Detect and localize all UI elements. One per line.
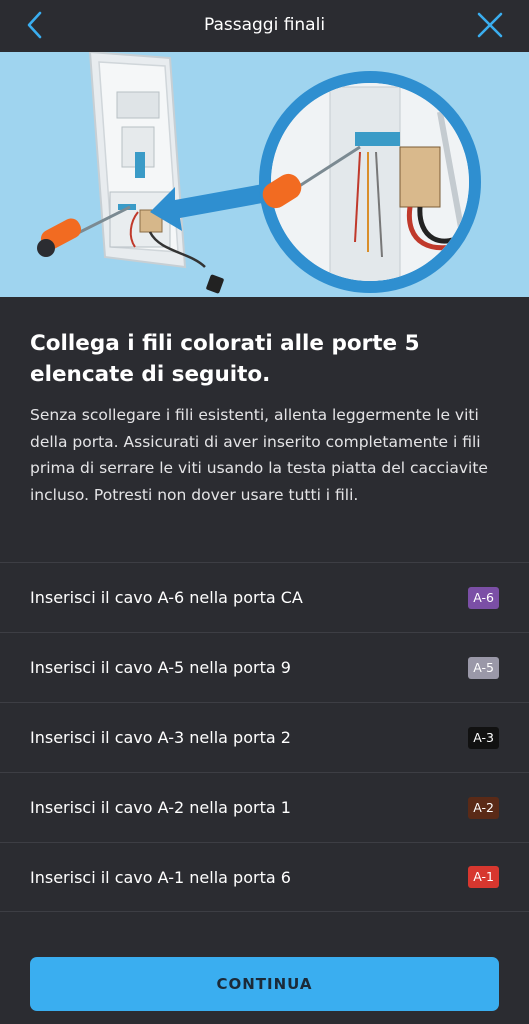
wire-row-label: Inserisci il cavo A-3 nella porta 2: [30, 728, 291, 747]
instruction-heading: Collega i fili colorati alle porte 5 ele…: [30, 331, 420, 387]
wiring-illustration: [0, 52, 529, 297]
wire-badge-a6: A-6: [468, 586, 499, 609]
instructions: Collega i fili colorati alle porte 5 ele…: [0, 297, 529, 508]
wire-row-a6: Inserisci il cavo A-6 nella porta CA A-6: [0, 562, 529, 632]
wire-row-label: Inserisci il cavo A-6 nella porta CA: [30, 588, 303, 607]
wire-row-label: Inserisci il cavo A-2 nella porta 1: [30, 798, 291, 817]
wire-badge-a1: A-1: [468, 866, 499, 888]
wire-row-label: Inserisci il cavo A-5 nella porta 9: [30, 658, 291, 677]
close-button[interactable]: [473, 8, 507, 42]
instruction-description: Senza scollegare i fili esistenti, allen…: [30, 406, 488, 504]
page-title: Passaggi finali: [203, 15, 326, 35]
wire-row-a5: Inserisci il cavo A-5 nella porta 9 A-5: [0, 632, 529, 702]
wire-badge-a2: A-2: [468, 796, 499, 819]
close-icon: [477, 12, 503, 38]
wire-list: Inserisci il cavo A-6 nella porta CA A-6…: [0, 562, 529, 912]
wire-badge-a3: A-3: [468, 726, 499, 749]
top-bar: Passaggi finali: [0, 0, 529, 52]
wire-badge-a5: A-5: [468, 656, 499, 679]
wire-row-a3: Inserisci il cavo A-3 nella porta 2 A-3: [0, 702, 529, 772]
wire-row-a1: Inserisci il cavo A-1 nella porta 6 A-1: [0, 842, 529, 912]
continue-button[interactable]: CONTINUA: [30, 957, 499, 1011]
wire-row-a2: Inserisci il cavo A-2 nella porta 1 A-2: [0, 772, 529, 842]
wire-row-label: Inserisci il cavo A-1 nella porta 6: [30, 867, 291, 887]
